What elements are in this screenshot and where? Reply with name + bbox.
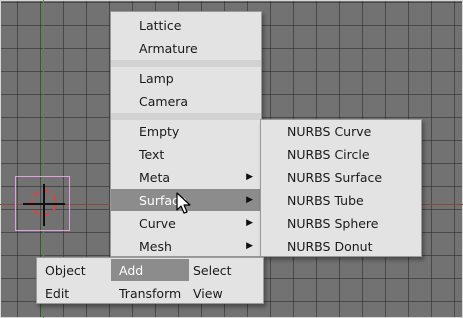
cursor-crosshair-vertical: [43, 184, 45, 226]
menu-item-label: NURBS Tube: [287, 192, 364, 208]
menu-item-lamp[interactable]: Lamp: [111, 67, 261, 89]
submenu-arrow-icon: ▶: [246, 218, 253, 228]
submenu-arrow-icon: ▶: [246, 172, 253, 182]
menu-item-label: NURBS Surface: [287, 169, 383, 185]
menu-item-nurbs-curve[interactable]: NURBS Curve: [261, 120, 421, 142]
menu-edit[interactable]: Edit: [37, 282, 111, 304]
menu-item-nurbs-donut[interactable]: NURBS Donut: [261, 235, 421, 257]
add-menu: Lattice Armature Lamp Camera Empty Text …: [110, 11, 262, 257]
menu-add[interactable]: Add: [111, 259, 189, 281]
menu-view[interactable]: View: [185, 282, 263, 304]
menu-add-label: Add: [119, 262, 144, 278]
mouse-pointer-icon: [176, 192, 191, 214]
menu-item-label: Camera: [139, 93, 189, 109]
menu-item-nurbs-sphere[interactable]: NURBS Sphere: [261, 212, 421, 234]
menu-item-camera[interactable]: Camera: [111, 90, 261, 112]
menu-separator: [111, 113, 261, 120]
menu-item-label: Empty: [139, 123, 180, 139]
submenu-arrow-icon: ▶: [246, 195, 253, 205]
menu-item-label: Lattice: [139, 17, 182, 33]
menu-item-text[interactable]: Text: [111, 143, 261, 165]
menu-transform-label: Transform: [119, 285, 182, 301]
menu-item-meta[interactable]: Meta ▶: [111, 166, 261, 188]
menu-item-lattice[interactable]: Lattice: [111, 14, 261, 36]
menu-item-armature[interactable]: Armature: [111, 37, 261, 59]
menu-edit-label: Edit: [45, 285, 70, 301]
menu-item-nurbs-tube[interactable]: NURBS Tube: [261, 189, 421, 211]
3d-viewport[interactable]: Lattice Armature Lamp Camera Empty Text …: [0, 0, 463, 318]
menu-select-label: Select: [193, 262, 232, 278]
menu-transform[interactable]: Transform: [111, 282, 189, 304]
menu-item-label: NURBS Donut: [287, 238, 373, 254]
menu-object[interactable]: Object: [37, 259, 111, 281]
menu-item-label: Armature: [139, 40, 198, 56]
submenu-arrow-icon: ▶: [246, 241, 253, 251]
menu-item-nurbs-circle[interactable]: NURBS Circle: [261, 143, 421, 165]
header-menu-bar: Object Add Select Edit Transform View: [36, 257, 264, 304]
menu-object-label: Object: [45, 262, 86, 278]
menu-item-empty[interactable]: Empty: [111, 120, 261, 142]
menu-item-nurbs-surface[interactable]: NURBS Surface: [261, 166, 421, 188]
surface-menu: NURBS Curve NURBS Circle NURBS Surface N…: [260, 119, 422, 257]
menu-item-label: Mesh: [139, 238, 172, 254]
menu-item-label: Text: [139, 146, 165, 162]
menu-select[interactable]: Select: [185, 259, 263, 281]
menu-separator: [111, 60, 261, 67]
menu-item-label: Meta: [139, 169, 171, 185]
menu-item-mesh[interactable]: Mesh ▶: [111, 235, 261, 257]
menu-item-label: Lamp: [139, 70, 174, 86]
menu-item-label: NURBS Circle: [287, 146, 370, 162]
menu-view-label: View: [193, 285, 223, 301]
menu-item-label: NURBS Curve: [287, 123, 372, 139]
menu-item-label: Curve: [139, 215, 176, 231]
menu-item-label: NURBS Sphere: [287, 215, 379, 231]
